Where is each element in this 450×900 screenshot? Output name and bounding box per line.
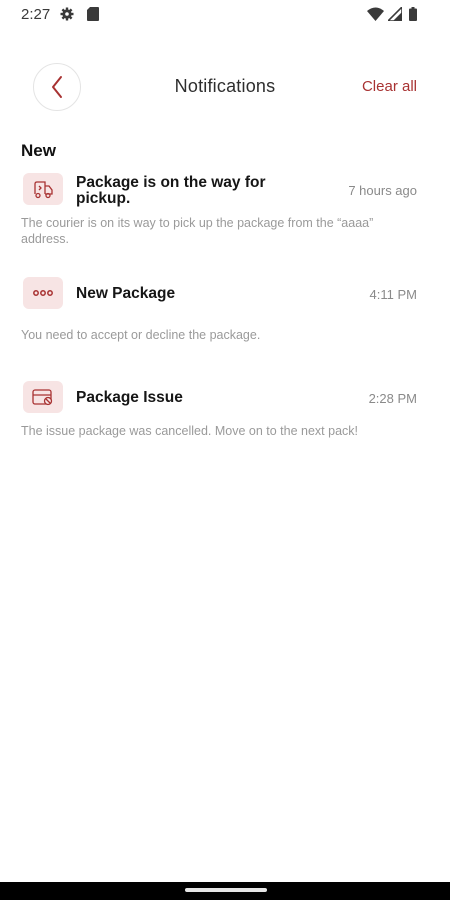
notification-item[interactable]: Package Issue 2:28 PM The issue package … <box>21 381 417 461</box>
clear-all-button[interactable]: Clear all <box>362 78 417 95</box>
system-nav-bar <box>0 882 450 900</box>
status-time: 2:27 <box>21 6 51 23</box>
notification-title: Package Issue <box>76 389 183 406</box>
notification-description: You need to accept or decline the packag… <box>21 328 261 342</box>
card-issue-icon <box>23 381 63 413</box>
notification-item[interactable]: Package is on the way for pickup. 7 hour… <box>21 173 417 253</box>
sim-card-icon <box>87 7 99 26</box>
home-indicator[interactable] <box>185 888 267 892</box>
wifi-icon <box>367 7 384 26</box>
notification-time: 2:28 PM <box>368 391 417 406</box>
notification-description: The issue package was cancelled. Move on… <box>21 424 358 438</box>
notification-time: 7 hours ago <box>348 183 417 198</box>
gear-icon <box>60 7 74 26</box>
truck-icon <box>23 173 63 205</box>
status-bar: 2:27 <box>0 0 450 30</box>
notification-title: New Package <box>76 285 176 302</box>
signal-icon <box>386 5 403 26</box>
notification-title: Package is on the way for pickup. <box>76 174 266 207</box>
notification-time: 4:11 PM <box>369 287 417 302</box>
more-dots-icon <box>23 277 63 309</box>
battery-icon <box>409 7 417 26</box>
notification-description: The courier is on its way to pick up the… <box>21 216 374 246</box>
section-title: New <box>21 141 56 160</box>
notification-item[interactable]: New Package 4:11 PM You need to accept o… <box>21 277 417 347</box>
